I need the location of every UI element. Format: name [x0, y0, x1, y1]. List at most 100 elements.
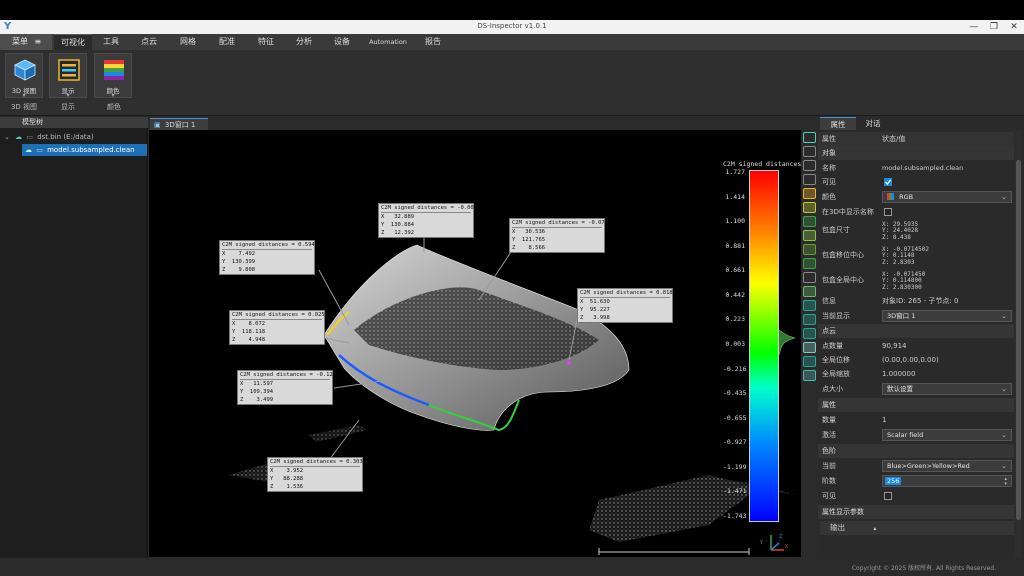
annotation-point-7[interactable]: C2M signed distances = 0.303 X 3.952 Y 8… [267, 457, 363, 492]
cube-view-6-icon[interactable] [803, 370, 816, 381]
show-name-checkbox[interactable] [884, 208, 892, 216]
color-scale-select[interactable]: Blue>Green>Yellow>Red ⌄ [882, 460, 1012, 472]
tree-item-label: model.subsampled.clean [47, 146, 135, 154]
scale-visible-checkbox[interactable] [884, 492, 892, 500]
bbox-center-values: X: -0.0714502 Y: 0.1148 Z: 2.8303 [882, 246, 929, 266]
cube-view-1-icon[interactable] [803, 300, 816, 311]
display-button[interactable]: 显示 ▾ [49, 53, 87, 99]
chevron-down-icon: ⌄ [1001, 462, 1007, 470]
color-select[interactable]: RGB ⌄ [882, 191, 1012, 203]
menu-report[interactable]: 报告 [416, 34, 450, 50]
name-value[interactable]: model.subsampled.clean [882, 161, 963, 175]
hamburger-icon: ≡ [34, 37, 42, 46]
maximize-button[interactable]: ❐ [984, 20, 1004, 34]
colorbar-tick-label: 1.414 [725, 192, 745, 201]
color-button[interactable]: 颜色 ▾ [94, 53, 132, 99]
color-palette-icon [104, 60, 124, 80]
cube-view-5-icon[interactable] [803, 356, 816, 367]
output-label: 输出 [830, 523, 845, 532]
colorbar-ticks: 1.727 1.414 1.100 0.881 0.661 0.442 0.223 0.003… [723, 168, 747, 522]
section-attributes[interactable]: 属性 [818, 398, 1014, 412]
row-steps: 阶数 256 ▴ ▾ [818, 474, 1014, 488]
tree-item-dst-bin[interactable]: ⌄ ☁ ▭ dst.bin (E:/data) [4, 131, 146, 143]
row-color: 颜色 RGB ⌄ [818, 190, 1014, 204]
section-cloud[interactable]: 点云 [818, 324, 1014, 338]
chevron-up-icon[interactable]: ▴ [873, 525, 876, 532]
annotation-point-6[interactable]: C2M signed distances = -0.120 X 11.597 Y… [237, 370, 336, 405]
menu-analysis[interactable]: 分析 [286, 34, 322, 50]
tab-properties[interactable]: 属性 [820, 117, 856, 130]
minimize-button[interactable]: — [964, 20, 984, 34]
properties-scrollbar[interactable] [1015, 130, 1022, 558]
view-iso-icon[interactable] [803, 286, 816, 297]
visible-checkbox[interactable] [884, 178, 892, 186]
lasso-icon[interactable] [803, 146, 816, 157]
view-top-icon[interactable] [803, 258, 816, 269]
select-icon[interactable] [803, 132, 816, 143]
menu-device[interactable]: 设备 [324, 34, 360, 50]
menu-tools[interactable]: 工具 [94, 34, 128, 50]
view-right-icon[interactable] [803, 244, 816, 255]
view-front-icon[interactable] [803, 202, 816, 213]
annotation-y: Y 95.227 [580, 307, 610, 313]
menu-mesh[interactable]: 网格 [170, 34, 206, 50]
menu-features[interactable]: 特征 [248, 34, 284, 50]
colorbar-tick-label: 0.003 [725, 340, 745, 348]
measure-point[interactable] [567, 361, 571, 365]
cube-view-2-icon[interactable] [803, 314, 816, 325]
section-object[interactable]: 对象 [818, 146, 1014, 160]
output-panel-header[interactable]: 输出 ▴ [820, 521, 1014, 535]
annotation-z: Z 12.392 [381, 230, 415, 236]
annotation-y: Y 88.288 [270, 476, 304, 482]
point-size-select[interactable]: 默认设置 ⌄ [882, 383, 1012, 395]
tab-3d-window-1[interactable]: ▣ 3D窗口 1 × [150, 118, 208, 141]
scrollbar-thumb[interactable] [1016, 160, 1021, 520]
row-bbox-center: 包盒移位中心 X: -0.0714502 Y: 0.1148 Z: 2.8303 [818, 244, 1014, 268]
view-back-icon[interactable] [803, 216, 816, 227]
section-color-scale[interactable]: 色阶 [818, 444, 1014, 458]
row-global-scale: 全局缩放 1.000000 [818, 367, 1014, 381]
frame-icon[interactable] [803, 174, 816, 185]
menu-registration[interactable]: 配准 [209, 34, 245, 50]
annotation-point-4[interactable]: C2M signed distances = 0.818 X 51.630 Y … [577, 288, 673, 323]
menu-visualize[interactable]: 可视化 [54, 34, 92, 50]
ruler-icon[interactable] [803, 272, 816, 283]
cube-view-3-icon[interactable] [803, 328, 816, 339]
3d-view-button[interactable]: 3D 视图 ▾ [5, 53, 43, 99]
tree-item-model[interactable]: ☁ ▭ model.subsampled.clean [22, 144, 147, 156]
annotation-point-2[interactable]: C2M signed distances = -0.077 X 30.536 Y… [509, 218, 608, 253]
tab-dialog[interactable]: 对话 [858, 117, 888, 130]
annotation-point-3[interactable]: C2M signed distances = 0.594 X 7.492 Y 1… [219, 240, 315, 275]
main-menu-button[interactable]: 菜单 ≡ [0, 34, 52, 50]
row-visible: 可见 [818, 175, 1014, 189]
row-global-shift: 全局位移 (0.00,0.00,0.00) [818, 353, 1014, 367]
bbox-dims-values: X: 29.5935 Y: 24.4028 Z: 8.438 [882, 221, 918, 241]
row-current-scale: 当前 Blue>Green>Yellow>Red ⌄ [818, 459, 1014, 473]
view-left-icon[interactable] [803, 230, 816, 241]
steps-spinbox[interactable]: 256 ▴ ▾ [882, 475, 1012, 487]
group-display: 显示 [61, 103, 75, 111]
current-display-value: 3D窗口 1 [887, 312, 916, 320]
annotation-point-5[interactable]: C2M signed distances = 0.025 X 8.072 Y 1… [229, 310, 325, 345]
pointer-icon[interactable] [803, 188, 816, 199]
file-icon: ▭ [36, 146, 43, 154]
menu-point-cloud[interactable]: 点云 [131, 34, 167, 50]
colorbar-tick-label: -0.655 [723, 413, 747, 422]
active-field-select[interactable]: Scalar field ⌄ [882, 429, 1012, 441]
section-attr-display[interactable]: 属性显示参数 [818, 505, 1014, 519]
menu-automation[interactable]: Automation [362, 34, 414, 50]
expand-chevron-icon[interactable]: ⌄ [4, 133, 10, 141]
global-shift-value: (0.00,0.00,0.00) [882, 356, 939, 364]
chevron-down-icon: ▾ [66, 92, 70, 99]
spinner-arrows-icon[interactable]: ▴ ▾ [1004, 477, 1007, 487]
annotation-point-1[interactable]: C2M signed distances = -0.003 X 32.889 Y… [378, 203, 477, 238]
chevron-down-icon: ⌄ [1001, 193, 1007, 201]
close-button[interactable]: ✕ [1004, 20, 1024, 34]
current-display-select[interactable]: 3D窗口 1 ⌄ [882, 310, 1012, 322]
cube-view-4-icon[interactable] [803, 342, 816, 353]
colorbar-tick-label: 1.100 [725, 217, 745, 226]
3d-viewport[interactable]: C2M signed distances = -0.003 X 32.889 Y… [149, 130, 801, 557]
pan-icon[interactable] [803, 160, 816, 171]
section-label: 点云 [822, 327, 836, 335]
annotation-x: X 7.492 [222, 251, 256, 257]
